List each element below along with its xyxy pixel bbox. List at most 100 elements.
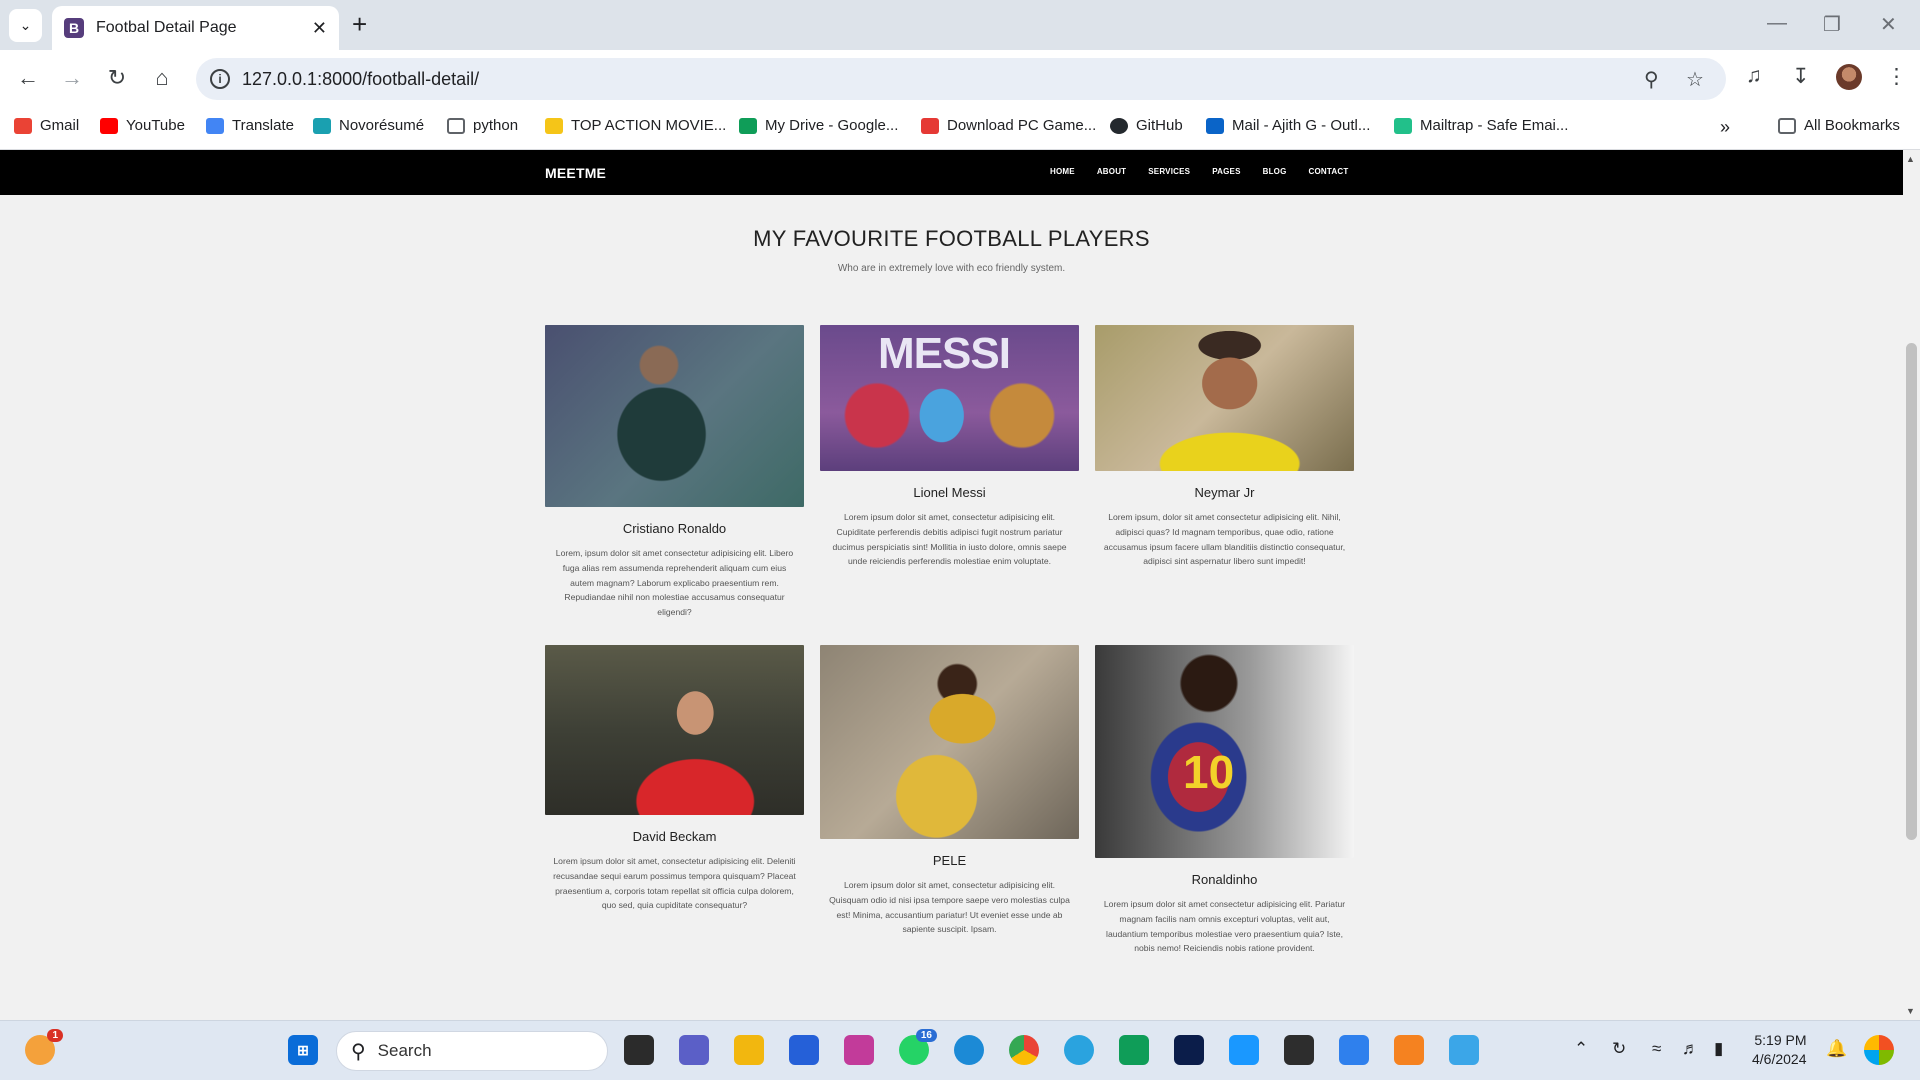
bookmark-novoresume[interactable]: Novorésumé [313, 117, 424, 134]
new-tab-plus-icon[interactable]: + [352, 11, 367, 37]
chrome-browser-icon[interactable] [1009, 1035, 1039, 1065]
browser-tab-active[interactable]: B Footbal Detail Page ✕ [52, 6, 339, 50]
bookmark-gmail[interactable]: Gmail [14, 117, 79, 134]
notifications-bell-icon[interactable]: 🔔 [1826, 1039, 1847, 1059]
bookmark-my-drive[interactable]: My Drive - Google... [739, 117, 898, 134]
system-clock[interactable]: 5:19 PM 4/6/2024 [1752, 1031, 1807, 1069]
clock-time: 5:19 PM [1754, 1032, 1807, 1048]
bookmark-github[interactable]: GitHub [1110, 117, 1183, 134]
site-info-icon[interactable]: i [210, 69, 230, 89]
bookmark-label: My Drive - Google... [765, 117, 899, 134]
forward-arrow-icon[interactable]: → [58, 65, 86, 91]
player-card-beckham: David Beckam Lorem ipsum dolor sit amet,… [545, 645, 804, 913]
outlook-icon [1206, 117, 1224, 134]
scroll-down-arrow-icon[interactable]: ▼ [1906, 1006, 1915, 1016]
whatsapp-unread-badge: 16 [915, 1029, 937, 1042]
player-photo: 10 [1095, 645, 1354, 858]
taskbar-search-box[interactable]: ⚲ Search [336, 1031, 608, 1071]
media-controls-icon[interactable]: ♫ [1746, 64, 1762, 88]
nav-services[interactable]: SERVICES [1148, 167, 1190, 176]
folder-icon [447, 117, 465, 134]
browser-toolbar: ← → ↻ ⌂ i 127.0.0.1:8000/football-detail… [0, 50, 1920, 108]
nav-pages[interactable]: PAGES [1212, 167, 1240, 176]
player-description: Lorem ipsum dolor sit amet, consectetur … [553, 856, 796, 911]
player-description: Lorem ipsum dolor sit amet consectetur a… [1103, 899, 1346, 954]
bookmark-download-pc-games[interactable]: Download PC Game... [921, 117, 1096, 134]
reload-icon[interactable]: ↻ [103, 65, 131, 91]
zoom-magnifier-icon[interactable]: ⚲ [1644, 67, 1659, 92]
bookmark-outlook-mail[interactable]: Mail - Ajith G - Outl... [1206, 117, 1370, 134]
scroll-up-arrow-icon[interactable]: ▲ [1906, 154, 1915, 164]
player-photo [820, 645, 1079, 839]
microsoft-store-icon[interactable] [789, 1035, 819, 1065]
bookmark-mailtrap[interactable]: Mailtrap - Safe Emai... [1394, 117, 1568, 134]
tab-search-chevron-icon[interactable]: ⌄ [9, 9, 42, 42]
bookmark-python-folder[interactable]: python [447, 117, 518, 134]
address-bar[interactable]: i 127.0.0.1:8000/football-detail/ ⚲ ☆ [196, 58, 1726, 100]
sublime-text-icon[interactable] [1394, 1035, 1424, 1065]
telegram-icon[interactable] [1064, 1035, 1094, 1065]
player-card-ronaldinho: 10 Ronaldinho Lorem ipsum dolor sit amet… [1095, 645, 1354, 956]
restore-icon[interactable]: ❐ [1823, 12, 1841, 37]
more-bookmarks-chevron-icon[interactable]: » [1720, 117, 1730, 138]
tab-close-icon[interactable]: ✕ [312, 18, 327, 39]
youtube-icon [100, 117, 118, 134]
nav-blog[interactable]: BLOG [1263, 167, 1287, 176]
snipping-tool-icon[interactable] [844, 1035, 874, 1065]
site-navbar: MEETME HOME ABOUT SERVICES PAGES BLOG CO… [0, 150, 1903, 195]
photos-icon[interactable] [1449, 1035, 1479, 1065]
task-view-icon[interactable] [624, 1035, 654, 1065]
player-photo [545, 645, 804, 815]
volume-icon[interactable]: ♬ [1682, 1039, 1699, 1059]
sync-icon[interactable]: ↻ [1612, 1039, 1626, 1059]
vscode-icon[interactable] [1339, 1035, 1369, 1065]
windows-taskbar: 1 ⊞ ⚲ Search 16 ⌃ ↻ ≈ ♬ ▮ 5:19 PM 4/6/20… [0, 1020, 1920, 1080]
bookmark-top-action-movies[interactable]: TOP ACTION MOVIE... [545, 117, 726, 134]
disney-plus-icon[interactable] [1174, 1035, 1204, 1065]
downloads-icon[interactable]: ↧ [1792, 64, 1810, 89]
google-drive-icon[interactable] [1119, 1035, 1149, 1065]
file-explorer-icon[interactable] [734, 1035, 764, 1065]
bookmark-translate[interactable]: Translate [206, 117, 294, 134]
scrollbar-thumb[interactable] [1906, 343, 1917, 840]
whatsapp-icon[interactable]: 16 [899, 1029, 937, 1065]
nav-home[interactable]: HOME [1050, 167, 1075, 176]
tab-title: Footbal Detail Page [96, 19, 237, 36]
prime-video-icon[interactable] [1229, 1035, 1259, 1065]
github-icon [1110, 117, 1128, 134]
nav-about[interactable]: ABOUT [1097, 167, 1126, 176]
windows-start-icon[interactable]: ⊞ [288, 1035, 318, 1065]
player-photo: MESSI [820, 325, 1079, 471]
player-card-messi: MESSI Lionel Messi Lorem ipsum dolor sit… [820, 325, 1079, 569]
player-card-neymar: Neymar Jr Lorem ipsum, dolor sit amet co… [1095, 325, 1354, 569]
bookmark-label: Mailtrap - Safe Emai... [1420, 117, 1569, 134]
back-arrow-icon[interactable]: ← [14, 65, 42, 91]
weather-widget-icon[interactable]: 1 [25, 1029, 63, 1065]
window-close-icon[interactable]: ✕ [1880, 12, 1897, 37]
minimize-icon[interactable]: — [1767, 12, 1787, 35]
site-brand[interactable]: MEETME [545, 165, 606, 181]
menu-kebab-icon[interactable]: ⋮ [1886, 64, 1907, 89]
terminal-icon[interactable] [1284, 1035, 1314, 1065]
home-icon[interactable]: ⌂ [148, 65, 176, 91]
all-bookmarks[interactable]: All Bookmarks [1778, 117, 1900, 134]
bookmark-label: Mail - Ajith G - Outl... [1232, 117, 1371, 134]
show-hidden-icons-chevron-icon[interactable]: ⌃ [1574, 1039, 1588, 1059]
bookmark-label: Download PC Game... [947, 117, 1097, 134]
imdb-icon [545, 117, 563, 134]
teams-chat-icon[interactable] [679, 1035, 709, 1065]
copilot-icon[interactable] [1864, 1035, 1894, 1065]
battery-icon[interactable]: ▮ [1714, 1039, 1723, 1059]
edge-browser-icon[interactable] [954, 1035, 984, 1065]
bookmark-label: Gmail [40, 117, 80, 134]
bookmark-youtube[interactable]: YouTube [100, 117, 185, 134]
nav-contact[interactable]: CONTACT [1309, 167, 1349, 176]
player-name: Ronaldinho [1191, 872, 1258, 887]
player-photo [545, 325, 804, 507]
profile-avatar[interactable] [1836, 64, 1862, 90]
notification-badge: 1 [47, 1029, 63, 1042]
wifi-icon[interactable]: ≈ [1652, 1039, 1661, 1059]
url-text[interactable]: 127.0.0.1:8000/football-detail/ [242, 69, 479, 90]
bookmark-star-icon[interactable]: ☆ [1686, 67, 1704, 92]
page-scrollbar[interactable]: ▲ ▼ [1903, 150, 1920, 1020]
